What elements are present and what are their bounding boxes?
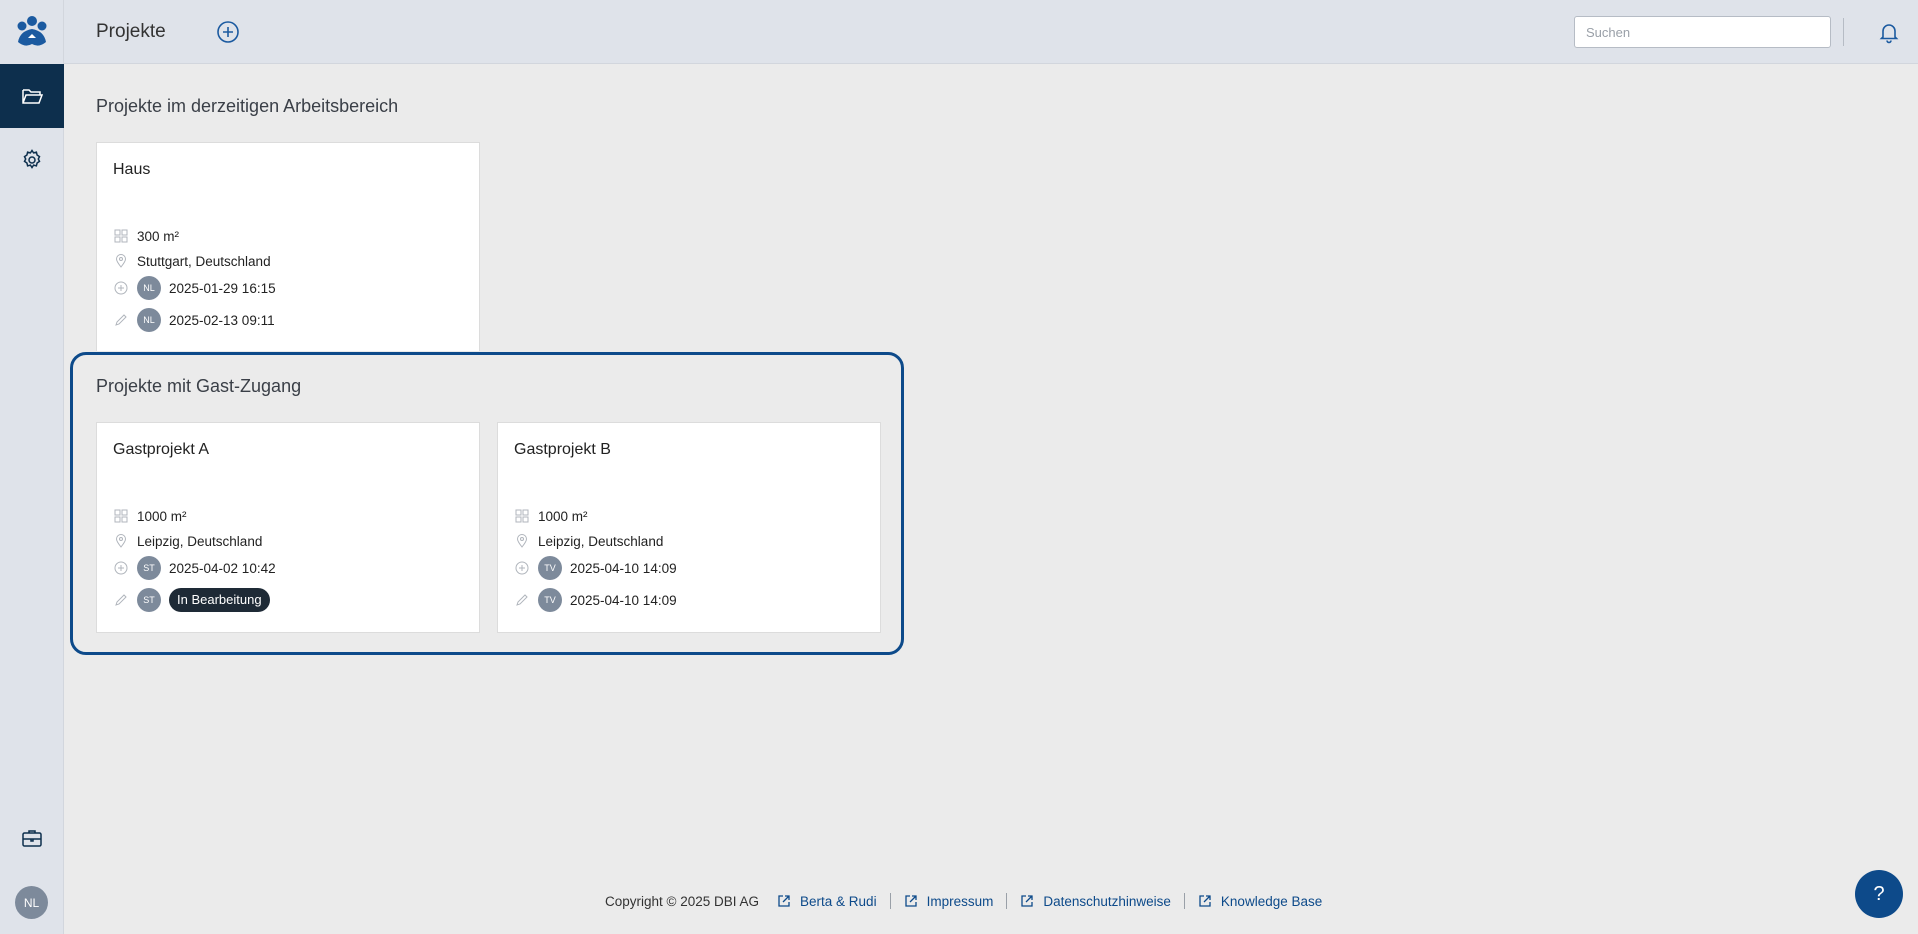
project-location-row: Leipzig, Deutschland bbox=[514, 528, 663, 554]
project-location-row: Stuttgart, Deutschland bbox=[113, 248, 271, 274]
footer-link-label: Impressum bbox=[926, 893, 994, 909]
sidebar: NL bbox=[0, 0, 64, 934]
add-project-icon[interactable] bbox=[216, 20, 240, 44]
created-icon bbox=[113, 280, 129, 296]
folder-icon bbox=[22, 89, 44, 104]
status-badge: In Bearbeitung bbox=[169, 588, 270, 612]
footer-link-berta-rudi[interactable]: Berta & Rudi bbox=[777, 894, 877, 909]
section-title-workspace: Projekte im derzeitigen Arbeitsbereich bbox=[96, 96, 399, 116]
editor-avatar: NL bbox=[137, 308, 161, 332]
project-card-gastprojekt-a[interactable]: Gastprojekt A 1000 m² Leipzig, Deutschla… bbox=[96, 422, 480, 633]
external-link-icon bbox=[904, 895, 917, 907]
copyright: Copyright © 2025 DBI AG bbox=[605, 893, 760, 909]
external-link-icon bbox=[778, 895, 790, 907]
footer-link-datenschutz[interactable]: Datenschutzhinweise bbox=[1020, 894, 1171, 909]
project-location: Stuttgart, Deutschland bbox=[137, 253, 271, 269]
area-icon bbox=[113, 228, 129, 244]
pencil-icon bbox=[514, 592, 530, 608]
gear-icon bbox=[23, 149, 41, 169]
project-area-row: 1000 m² bbox=[113, 503, 187, 529]
project-location: Leipzig, Deutschland bbox=[538, 533, 664, 549]
logo-icon[interactable] bbox=[14, 14, 50, 50]
created-icon bbox=[514, 560, 530, 576]
editor-avatar: ST bbox=[137, 588, 161, 612]
project-name: Haus bbox=[113, 161, 151, 178]
area-icon bbox=[113, 508, 129, 524]
project-edited-row: ST In Bearbeitung bbox=[113, 587, 270, 613]
project-created-row: NL 2025-01-29 16:15 bbox=[113, 275, 276, 301]
footer: Copyright © 2025 DBI AG Berta & Rudi Imp… bbox=[605, 893, 1322, 909]
project-edited-row: TV 2025-04-10 14:09 bbox=[514, 587, 677, 613]
help-button[interactable]: ? bbox=[1855, 870, 1903, 918]
footer-separator bbox=[1006, 893, 1008, 909]
sidebar-item-workspace[interactable] bbox=[0, 806, 64, 870]
project-area: 1000 m² bbox=[137, 508, 187, 524]
project-area: 300 m² bbox=[137, 228, 180, 244]
user-avatar[interactable]: NL bbox=[15, 886, 48, 919]
area-icon bbox=[514, 508, 530, 524]
footer-link-label: Knowledge Base bbox=[1220, 893, 1323, 909]
created-icon bbox=[113, 560, 129, 576]
project-card-haus[interactable]: Haus 300 m² Stuttgart, Deutschland NL 20… bbox=[96, 142, 480, 351]
project-area-row: 1000 m² bbox=[514, 503, 588, 529]
search-input[interactable] bbox=[1574, 16, 1831, 48]
pencil-icon bbox=[113, 592, 129, 608]
editor-avatar: TV bbox=[538, 588, 562, 612]
location-pin-icon bbox=[113, 253, 129, 269]
briefcase-icon bbox=[22, 830, 42, 847]
project-location: Leipzig, Deutschland bbox=[137, 533, 263, 549]
footer-link-knowledge-base[interactable]: Knowledge Base bbox=[1198, 894, 1322, 909]
footer-link-impressum[interactable]: Impressum bbox=[904, 893, 994, 909]
bell-icon[interactable] bbox=[1877, 20, 1901, 44]
project-card-gastprojekt-b[interactable]: Gastprojekt B 1000 m² Leipzig, Deutschla… bbox=[497, 422, 881, 633]
footer-link-label: Berta & Rudi bbox=[800, 893, 877, 909]
top-header: Projekte bbox=[64, 0, 1918, 64]
footer-link-label: Datenschutzhinweise bbox=[1043, 893, 1171, 909]
project-area: 1000 m² bbox=[538, 508, 588, 524]
footer-separator bbox=[1183, 893, 1185, 909]
created-date: 2025-01-29 16:15 bbox=[169, 280, 276, 296]
external-link-icon bbox=[1021, 895, 1033, 907]
created-date: 2025-04-10 14:09 bbox=[570, 560, 677, 576]
edited-date: 2025-02-13 09:11 bbox=[169, 312, 275, 328]
project-created-row: TV 2025-04-10 14:09 bbox=[514, 555, 677, 581]
project-created-row: ST 2025-04-02 10:42 bbox=[113, 555, 276, 581]
creator-avatar: ST bbox=[137, 556, 161, 580]
location-pin-icon bbox=[113, 533, 129, 549]
created-date: 2025-04-02 10:42 bbox=[169, 560, 276, 576]
project-name: Gastprojekt A bbox=[113, 441, 210, 458]
edited-date: 2025-04-10 14:09 bbox=[570, 592, 677, 608]
sidebar-item-projects[interactable] bbox=[0, 64, 64, 128]
external-link-icon bbox=[1199, 895, 1211, 907]
creator-avatar: TV bbox=[538, 556, 562, 580]
creator-avatar: NL bbox=[137, 276, 161, 300]
header-divider bbox=[1843, 18, 1844, 46]
sidebar-item-settings[interactable] bbox=[0, 128, 64, 192]
project-name: Gastprojekt B bbox=[514, 441, 611, 458]
location-pin-icon bbox=[514, 533, 530, 549]
page-title: Projekte bbox=[96, 21, 166, 42]
project-edited-row: NL 2025-02-13 09:11 bbox=[113, 307, 275, 333]
pencil-icon bbox=[113, 312, 129, 328]
section-title-guest: Projekte mit Gast-Zugang bbox=[96, 376, 302, 396]
project-area-row: 300 m² bbox=[113, 223, 179, 249]
footer-separator bbox=[889, 893, 891, 909]
project-location-row: Leipzig, Deutschland bbox=[113, 528, 262, 554]
